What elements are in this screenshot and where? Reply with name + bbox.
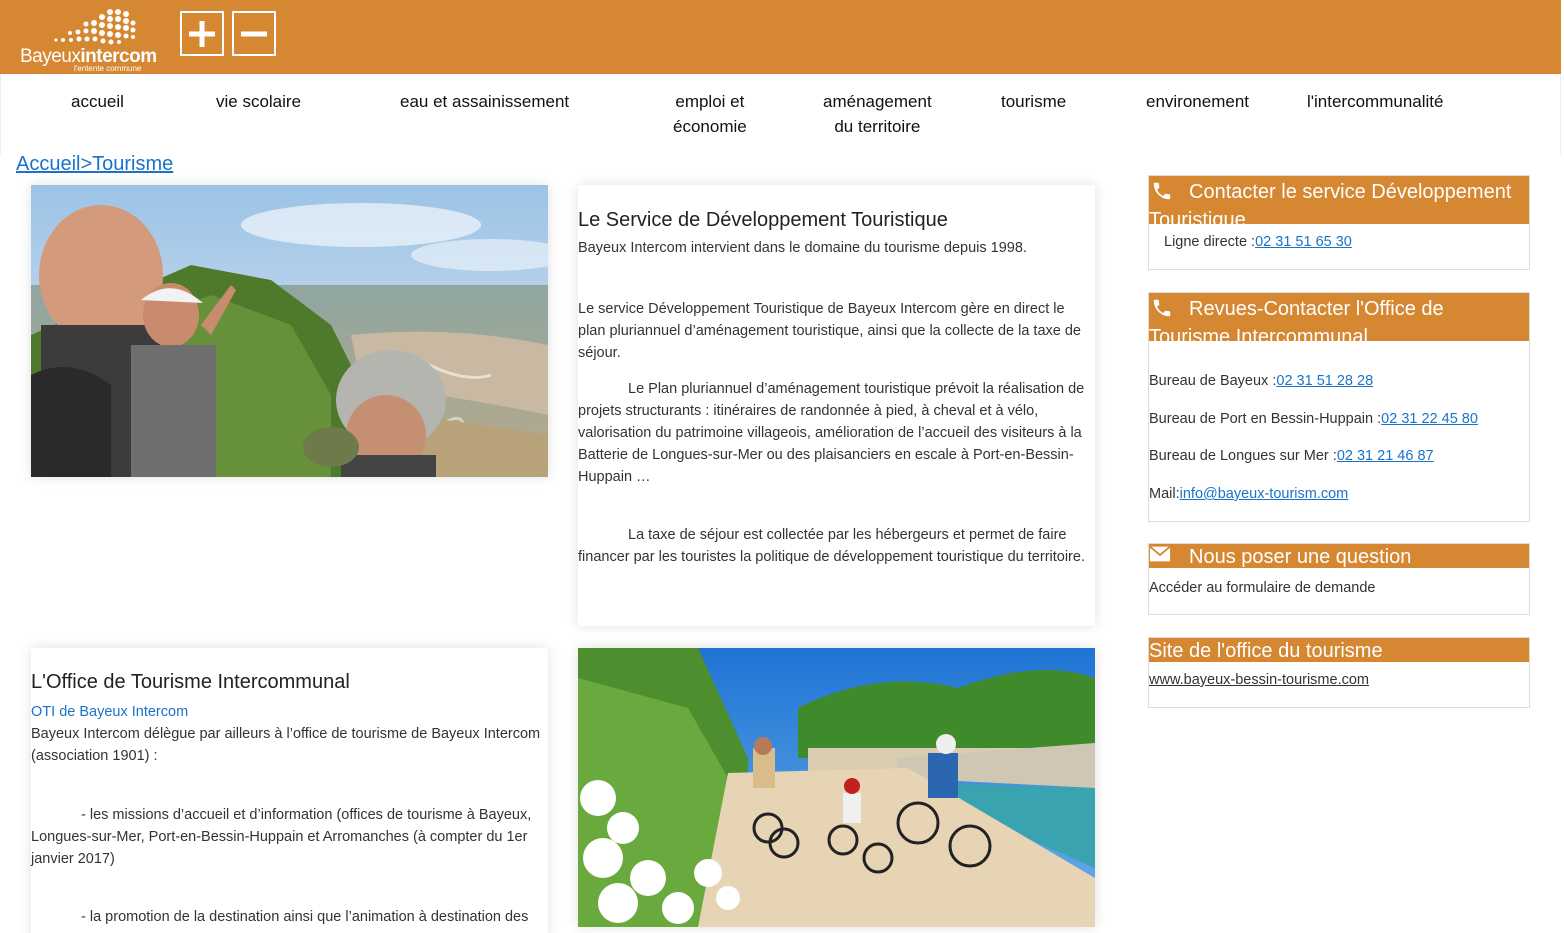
contact-office-header: Revues-Contacter l'Office de Tourisme In… (1149, 293, 1529, 348)
contact-service-title: Contacter le service Développement Touri… (1149, 181, 1512, 231)
contact-office-title: Revues-Contacter l'Office de Tourisme In… (1149, 298, 1444, 348)
logo-dots-graphic (54, 9, 136, 45)
service-title: Le Service de Développement Touristique (578, 209, 948, 231)
phone-icon (1149, 297, 1189, 325)
service-paragraph-1: Bayeux Intercom intervient dans le domai… (578, 240, 1027, 256)
nav-item-amenagement-territoire[interactable]: aménagement du territoire (823, 89, 932, 139)
nav-item-eau-assainissement[interactable]: eau et assainissement (400, 89, 569, 114)
office-paragraph-2: - les missions d’accueil et d’informatio… (31, 807, 532, 867)
nav-item-tourisme[interactable]: tourisme (1001, 89, 1066, 114)
nav-item-accueil[interactable]: accueil (71, 89, 124, 114)
service-paragraph-4: La taxe de séjour est collectée par les … (578, 527, 1085, 565)
tourism-site-title: Site de l'office du tourisme (1149, 640, 1383, 662)
request-form-link[interactable]: Accéder au formulaire de demande (1149, 580, 1376, 596)
office-title: L'Office de Tourisme Intercommunal (31, 671, 350, 693)
question-box: Nous poser une question Accéder au formu… (1148, 543, 1530, 615)
bayeux-intercom-logo[interactable]: Bayeuxintercom l'entente commune (20, 6, 170, 73)
nav-item-environement[interactable]: environement (1146, 89, 1249, 114)
tourism-site-header: Site de l'office du tourisme (1149, 638, 1529, 662)
contact-office-box: Revues-Contacter l'Office de Tourisme In… (1148, 292, 1530, 522)
service-paragraph-3: Le Plan pluriannuel d’aménagement touris… (578, 381, 1085, 485)
nav-item-emploi-economie[interactable]: emploi et économie (673, 89, 747, 139)
tourism-site-box: Site de l'office du tourisme www.bayeux-… (1148, 637, 1530, 708)
nav-item-intercommunalite[interactable]: l'intercommunalité (1307, 89, 1443, 114)
cyclists-canal-photo (578, 648, 1095, 927)
mail-link[interactable]: info@bayeux-tourism.com (1180, 486, 1349, 502)
minus-icon (241, 31, 267, 36)
phone-icon (1149, 180, 1189, 208)
bureau-longues-phone-link[interactable]: 02 31 21 46 87 (1337, 448, 1434, 464)
office-paragraph-3: - la promotion de la destination ainsi q… (81, 909, 529, 925)
zoom-in-button[interactable] (180, 11, 224, 56)
direct-line-row: Ligne directe :02 31 51 65 30 (1164, 234, 1352, 250)
zoom-out-button[interactable] (232, 11, 276, 56)
contact-service-header: Contacter le service Développement Touri… (1149, 176, 1529, 231)
bureau-bayeux-phone-link[interactable]: 02 31 51 28 28 (1276, 373, 1373, 389)
direct-line-phone-link[interactable]: 02 31 51 65 30 (1255, 234, 1352, 250)
envelope-icon (1149, 545, 1189, 569)
contact-service-box: Contacter le service Développement Touri… (1148, 175, 1530, 270)
tourism-site-link[interactable]: www.bayeux-bessin-tourisme.com (1149, 672, 1369, 688)
question-header: Nous poser une question (1149, 544, 1529, 568)
question-title: Nous poser une question (1189, 546, 1412, 568)
plus-icon (189, 20, 215, 47)
service-developpement-card: Le Service de Développement Touristique … (578, 185, 1095, 626)
oti-link[interactable]: OTI de Bayeux Intercom (31, 704, 188, 720)
logo-tagline: l'entente commune (74, 64, 142, 73)
bureau-bayeux-row: Bureau de Bayeux :02 31 51 28 28 (1149, 373, 1374, 389)
breadcrumb[interactable]: Accueil>Tourisme (16, 153, 173, 176)
bureau-port-phone-link[interactable]: 02 31 22 45 80 (1381, 411, 1478, 427)
main-navigation: accueil vie scolaire eau et assainisseme… (0, 74, 1561, 154)
header-bar: Bayeuxintercom l'entente commune (0, 0, 1561, 74)
nav-item-vie-scolaire[interactable]: vie scolaire (216, 89, 301, 114)
hikers-viewpoint-photo (31, 185, 548, 477)
service-paragraph-2: Le service Développement Touristique de … (578, 301, 1081, 361)
bureau-port-row: Bureau de Port en Bessin-Huppain :02 31 … (1149, 411, 1478, 427)
office-tourisme-card: L'Office de Tourisme Intercommunal OTI d… (31, 648, 548, 933)
office-paragraph-1: Bayeux Intercom délègue par ailleurs à l… (31, 726, 541, 764)
bureau-longues-row: Bureau de Longues sur Mer :02 31 21 46 8… (1149, 448, 1434, 464)
mail-row: Mail:info@bayeux-tourism.com (1149, 486, 1349, 502)
tourism-site-row: www.bayeux-bessin-tourisme.com (1149, 672, 1369, 688)
